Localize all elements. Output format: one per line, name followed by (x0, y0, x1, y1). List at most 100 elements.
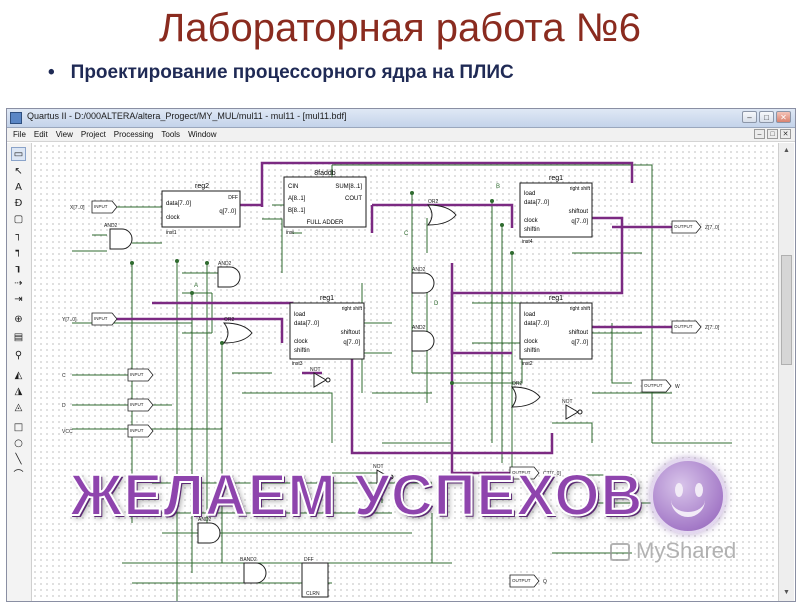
not-gate-1-label: NOT (310, 367, 321, 373)
menu-project[interactable]: Project (81, 130, 106, 139)
select-arrow-icon[interactable]: ↖ (11, 165, 26, 179)
output-pin-z-top-type: OUTPUT (674, 224, 693, 229)
reg1-mid-tag: right shift (342, 306, 363, 312)
block-tool-icon[interactable]: ▢ (11, 213, 26, 227)
ellipse-tool-icon[interactable]: ○ (11, 437, 26, 451)
reg1-top-port-load: load (524, 191, 535, 197)
scroll-up-icon[interactable]: ▲ (781, 145, 792, 157)
text-tool-icon[interactable]: A (11, 181, 26, 195)
find-icon[interactable]: ⚲ (11, 349, 26, 363)
reg1-right-port-data: data[7..0] (524, 321, 549, 327)
or2-gate-2-label: OR2 (428, 199, 439, 205)
rectangle-tool-icon[interactable]: □ (11, 421, 26, 435)
adder-port-cout: COUT (345, 196, 362, 202)
and2-gate-2-label: AND2 (218, 261, 232, 267)
reg1-mid-port-load: load (294, 312, 305, 318)
and2-gate-3[interactable]: AND2 (411, 267, 435, 294)
menu-processing[interactable]: Processing (114, 130, 154, 139)
pointer-icon[interactable]: ▭ (11, 147, 26, 161)
input-pin-x-label: X[7..0] (70, 205, 85, 211)
vcc-pin[interactable]: INPUT VCC (62, 424, 154, 438)
reg1-right-inst: inst2 (522, 361, 533, 367)
doc-minimize-button[interactable]: – (754, 129, 765, 139)
signal-label-a: A (194, 283, 198, 289)
minimize-button[interactable]: – (742, 111, 757, 123)
slide-title: Лабораторная работа №6 (159, 6, 641, 50)
flip-vertical-icon[interactable]: ◮ (11, 385, 26, 399)
output-pin-w[interactable]: OUTPUT W (641, 379, 680, 393)
or2-gate-3-label: OR2 (512, 381, 523, 387)
window-titlebar[interactable]: Quartus II - D:/000ALTERA/altera_Progect… (7, 109, 795, 128)
output-pin-z-mid[interactable]: OUTPUT Z[7..0] (671, 320, 720, 334)
reg1-top-port-shiftout: shiftout (569, 209, 589, 215)
maximize-button[interactable]: □ (759, 111, 774, 123)
reg1-right-port-q: q[7..0] (571, 340, 588, 346)
rotate-icon[interactable]: ◬ (11, 401, 26, 415)
rubberband-icon[interactable]: ⇥ (11, 293, 26, 307)
reg1-top-port-q: q[7..0] (571, 219, 588, 225)
conduit-tool-icon[interactable]: ┒ (11, 261, 26, 275)
doc-close-button[interactable]: ✕ (780, 129, 791, 139)
reg1-top-block[interactable]: reg1 right shift load data[7..0] clock s… (519, 175, 593, 245)
reg1-right-port-shiftin: shiftin (524, 348, 540, 354)
reg1-right-port-clock: clock (524, 339, 539, 345)
output-pin-w-type: OUTPUT (644, 383, 663, 388)
menu-file[interactable]: File (13, 130, 26, 139)
full-adder-block[interactable]: 8faddb CIN A[8..1] B[8..1] SUM[8..1] COU… (283, 170, 367, 236)
vcc-pin-label: VCC (62, 429, 73, 435)
zoom-icon[interactable]: ⊕ (11, 313, 26, 327)
vertical-scrollbar[interactable]: ▲ ▼ (778, 143, 794, 601)
or2-gate-2[interactable]: OR2 (426, 199, 457, 226)
reg1-mid-block[interactable]: reg1 right shift load data[7..0] clock s… (289, 295, 365, 367)
reg1-mid-port-shiftout: shiftout (341, 330, 361, 336)
vcc-pin-type: INPUT (130, 428, 144, 433)
menu-bar: File Edit View Project Processing Tools … (7, 128, 795, 142)
menu-edit[interactable]: Edit (34, 130, 48, 139)
and2-gate-1[interactable]: AND2 (104, 223, 133, 250)
not-gate-1[interactable]: NOT (310, 367, 331, 388)
dff-clrn-label: CLRN (306, 591, 320, 597)
menu-view[interactable]: View (56, 130, 73, 139)
orthogonal-node-icon[interactable]: ┐ (11, 229, 26, 243)
reg2-block[interactable]: reg2 DFF data[7..0] clock q[7..0] inst1 (161, 183, 241, 236)
band2-gate[interactable]: BAND2 (240, 557, 267, 584)
input-pin-x[interactable]: INPUT X[7..0] (70, 200, 118, 214)
reg1-right-port-shiftout: shiftout (569, 330, 589, 336)
input-pin-y-type: INPUT (94, 316, 108, 321)
flip-horizontal-icon[interactable]: ◭ (11, 369, 26, 383)
good-luck-banner: ЖЕЛАЕМ УСПЕХОВ !!! (69, 462, 722, 529)
schematic-canvas[interactable]: reg2 DFF data[7..0] clock q[7..0] inst1 … (32, 143, 777, 601)
scroll-thumb[interactable] (781, 255, 792, 365)
input-pin-x-type: INPUT (94, 204, 108, 209)
dff-block[interactable]: DFF CLRN (301, 557, 329, 598)
scroll-down-icon[interactable]: ▼ (781, 587, 792, 599)
or2-gate-1[interactable]: OR2 (222, 317, 253, 344)
adder-port-a: A[8..1] (288, 196, 306, 202)
window-title: Quartus II - D:/000ALTERA/altera_Progect… (27, 111, 347, 121)
menu-tools[interactable]: Tools (161, 130, 180, 139)
and2-gate-2[interactable]: AND2 (217, 261, 241, 288)
doc-restore-button[interactable]: □ (767, 129, 778, 139)
output-pin-z-mid-type: OUTPUT (674, 324, 693, 329)
or2-gate-3[interactable]: OR2 (510, 381, 541, 408)
reg1-top-port-data: data[7..0] (524, 200, 549, 206)
output-pin-q[interactable]: OUTPUT Q (509, 574, 547, 588)
reg1-right-name: reg1 (549, 295, 563, 302)
close-button[interactable]: ✕ (776, 111, 791, 123)
menu-window[interactable]: Window (188, 130, 216, 139)
orthogonal-bus-icon[interactable]: ┑ (11, 245, 26, 259)
output-pin-z-top[interactable]: OUTPUT Z[7..0] (671, 220, 720, 234)
full-screen-icon[interactable]: ▤ (11, 331, 26, 345)
bullet-dot: • (48, 62, 55, 83)
line-tool-icon[interactable]: ╲ (11, 453, 26, 467)
block-editor-toolbar: ▭ ↖ A Ð ▢ ┐ ┑ ┒ ⇢ ⇥ ⊕ ▤ ⚲ ◭ ◮ ◬ □ ○ ╲ ⌒ (7, 143, 32, 601)
quartus-app-icon[interactable] (10, 112, 22, 124)
symbol-tool-icon[interactable]: Ð (11, 197, 26, 211)
arc-tool-icon[interactable]: ⌒ (11, 469, 26, 483)
partial-line-icon[interactable]: ⇢ (11, 277, 26, 291)
not-gate-2[interactable]: NOT (562, 399, 583, 420)
reg1-right-block[interactable]: reg1 right shift load data[7..0] clock s… (519, 295, 593, 367)
slide-bullet: • Проектирование процессорного ядра на ПЛ… (48, 62, 788, 84)
and2-gate-4[interactable]: AND2 (411, 325, 435, 352)
input-pin-c-type: INPUT (130, 372, 144, 377)
